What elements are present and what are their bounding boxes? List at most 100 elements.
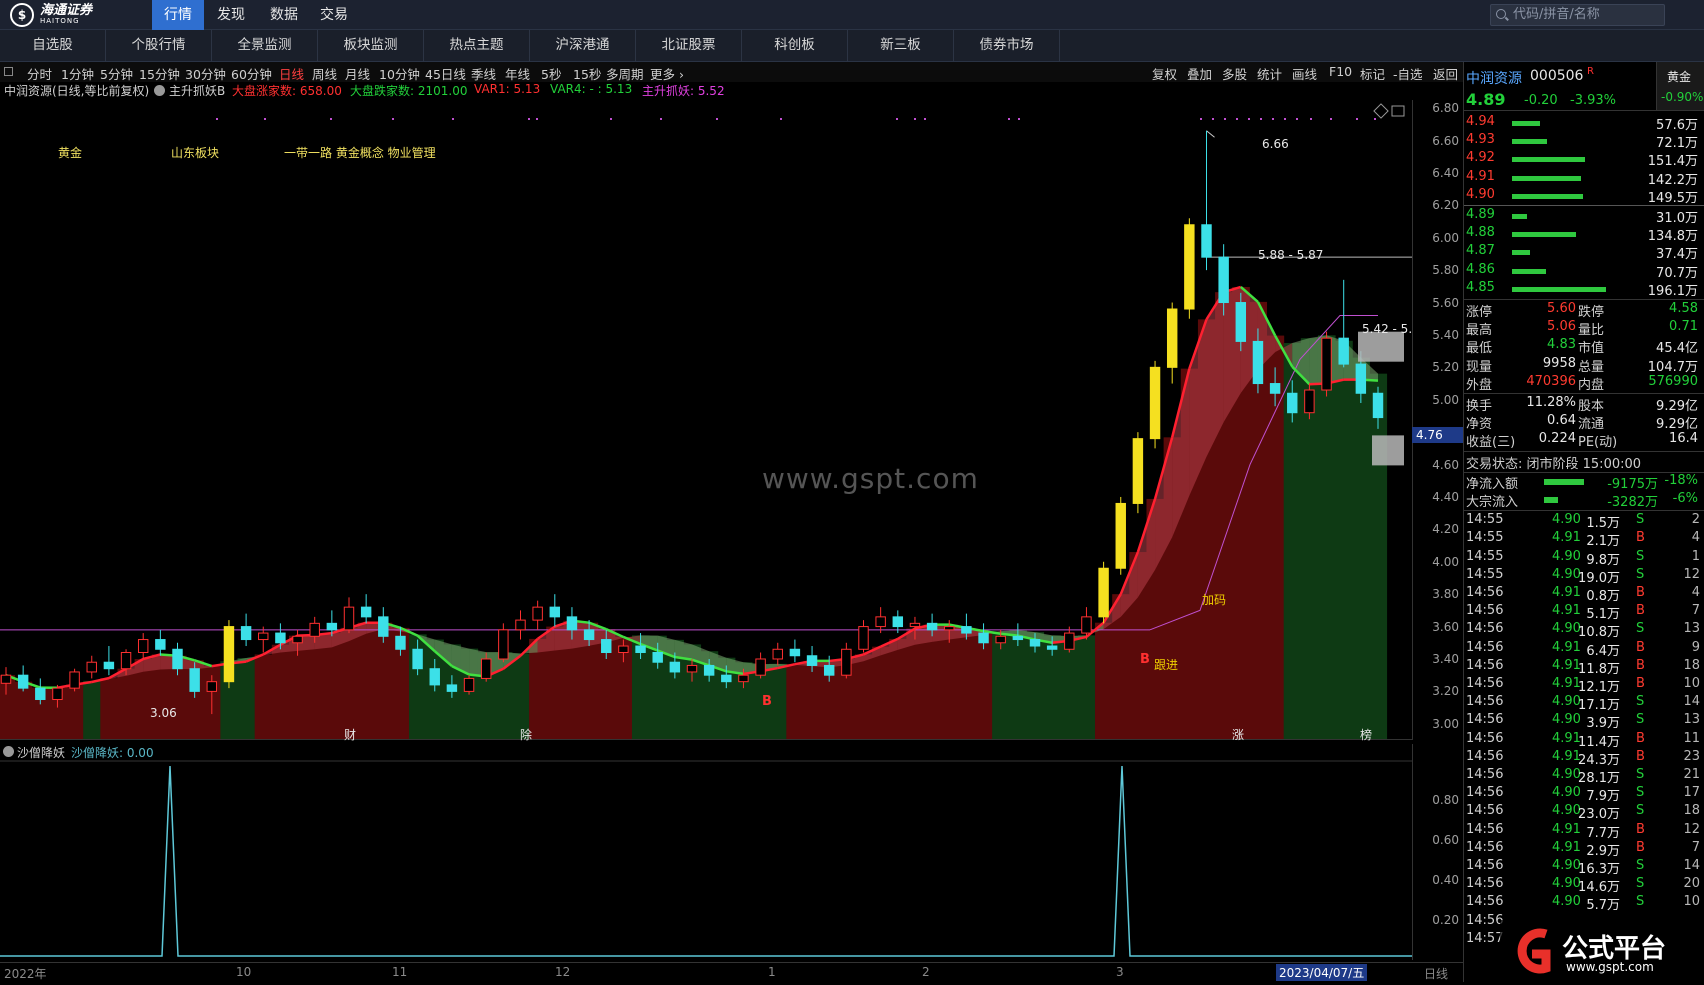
event-bang[interactable]: 榜 xyxy=(1360,726,1372,743)
candle-body[interactable] xyxy=(550,607,559,617)
period-45day[interactable]: 45日线 xyxy=(425,64,466,83)
candle-body[interactable] xyxy=(1185,225,1194,309)
candle-body[interactable] xyxy=(876,617,885,627)
nav-redian[interactable]: 热点主题 xyxy=(424,30,530,62)
period-15s[interactable]: 15秒 xyxy=(573,64,601,83)
candle-body[interactable] xyxy=(533,607,542,620)
candle-body[interactable] xyxy=(173,649,182,668)
candle-body[interactable] xyxy=(396,636,405,649)
tag-concepts[interactable]: 一带一路 黄金概念 物业管理 xyxy=(284,144,436,161)
candle-body[interactable] xyxy=(87,662,96,672)
candle-body[interactable] xyxy=(1322,338,1331,390)
nav-beizheng[interactable]: 北证股票 xyxy=(636,30,742,62)
candle-body[interactable] xyxy=(653,653,662,663)
period-5s[interactable]: 5秒 xyxy=(541,64,561,83)
period-5min[interactable]: 5分钟 xyxy=(100,64,133,83)
candle-body[interactable] xyxy=(430,669,439,685)
chart-diamond-icon[interactable] xyxy=(1374,104,1388,118)
period-more[interactable]: 更多 › xyxy=(650,64,684,83)
haitong-logo[interactable]: $ 海通证券 HAITONG xyxy=(10,3,92,27)
nav-bankuai[interactable]: 板块监测 xyxy=(318,30,424,62)
sub-indicator-chart[interactable] xyxy=(0,760,1412,960)
search-input[interactable]: 代码/拼音/名称 xyxy=(1490,4,1665,26)
candle-body[interactable] xyxy=(722,675,731,681)
candle-body[interactable] xyxy=(704,665,713,675)
candle-body[interactable] xyxy=(1013,636,1022,639)
candle-body[interactable] xyxy=(1253,341,1262,383)
candle-body[interactable] xyxy=(499,630,508,659)
candle-body[interactable] xyxy=(739,675,748,681)
candle-body[interactable] xyxy=(156,640,165,650)
tool-biaoji[interactable]: 标记 xyxy=(1360,64,1385,83)
tag-shandong[interactable]: 山东板块 xyxy=(171,144,219,161)
candle-body[interactable] xyxy=(687,665,696,671)
candle-body[interactable] xyxy=(1373,393,1382,417)
menu-faxian[interactable]: 发现 xyxy=(205,0,257,30)
candle-body[interactable] xyxy=(361,607,370,617)
period-1min[interactable]: 1分钟 xyxy=(61,64,94,83)
chart-window-icon[interactable] xyxy=(1392,106,1404,116)
candle-body[interactable] xyxy=(996,636,1005,642)
candle-body[interactable] xyxy=(756,659,765,675)
candle-body[interactable] xyxy=(945,627,954,630)
nav-zixuangu[interactable]: 自选股 xyxy=(0,30,106,62)
candle-body[interactable] xyxy=(584,630,593,640)
sub-indicator-name[interactable]: 沙僧降妖 xyxy=(17,744,65,761)
candle-body[interactable] xyxy=(1339,338,1348,364)
candle-body[interactable] xyxy=(293,636,302,642)
period-30min[interactable]: 30分钟 xyxy=(185,64,226,83)
candle-body[interactable] xyxy=(1167,309,1176,367)
period-fenshi[interactable]: 分时 xyxy=(27,64,52,83)
candle-body[interactable] xyxy=(207,682,216,692)
period-monthly[interactable]: 月线 xyxy=(345,64,370,83)
candle-body[interactable] xyxy=(773,649,782,659)
candle-body[interactable] xyxy=(36,688,45,699)
candle-body[interactable] xyxy=(53,688,62,699)
candle-body[interactable] xyxy=(310,623,319,636)
candle-body[interactable] xyxy=(1288,393,1297,412)
nav-zhaiquan[interactable]: 债券市场 xyxy=(954,30,1060,62)
candle-body[interactable] xyxy=(516,620,525,630)
candle-body[interactable] xyxy=(447,685,456,691)
candle-body[interactable] xyxy=(1030,640,1039,646)
tool-tongji[interactable]: 统计 xyxy=(1257,64,1282,83)
candle-body[interactable] xyxy=(481,659,490,678)
candle-body[interactable] xyxy=(670,662,679,672)
nav-quanjing[interactable]: 全景监测 xyxy=(212,30,318,62)
candle-body[interactable] xyxy=(1,675,10,683)
tag-huangjin[interactable]: 黄金 xyxy=(58,144,82,161)
candle-body[interactable] xyxy=(790,649,799,655)
candle-body[interactable] xyxy=(842,649,851,675)
candle-body[interactable] xyxy=(190,669,199,692)
candle-body[interactable] xyxy=(927,623,936,629)
candle-body[interactable] xyxy=(962,627,971,633)
candle-body[interactable] xyxy=(413,649,422,668)
tool-fanhui[interactable]: 返回 xyxy=(1433,64,1458,83)
tool-fuquan[interactable]: 复权 xyxy=(1152,64,1177,83)
candle-body[interactable] xyxy=(327,623,336,629)
nav-gegu[interactable]: 个股行情 xyxy=(106,30,212,62)
tool-duogu[interactable]: 多股 xyxy=(1222,64,1247,83)
candle-body[interactable] xyxy=(567,617,576,630)
candle-body[interactable] xyxy=(224,627,233,682)
candle-body[interactable] xyxy=(1099,568,1108,617)
candle-body[interactable] xyxy=(70,672,79,688)
candle-body[interactable] xyxy=(910,623,919,626)
indicator-settings-icon[interactable] xyxy=(154,85,165,96)
candle-body[interactable] xyxy=(104,662,113,668)
candle-body[interactable] xyxy=(1116,503,1125,568)
candle-body[interactable] xyxy=(259,633,268,639)
nav-hushen[interactable]: 沪深港通 xyxy=(530,30,636,62)
period-daily[interactable]: 日线 xyxy=(279,64,304,83)
candle-body[interactable] xyxy=(602,640,611,653)
candle-body[interactable] xyxy=(979,633,988,643)
x-period-label[interactable]: 日线 xyxy=(1424,965,1448,982)
period-quarter[interactable]: 季线 xyxy=(471,64,496,83)
candle-body[interactable] xyxy=(1202,225,1211,257)
stock-name[interactable]: 中润资源 xyxy=(1466,68,1522,88)
tool-zixuan[interactable]: -自选 xyxy=(1393,64,1423,83)
candle-body[interactable] xyxy=(893,617,902,627)
candle-body[interactable] xyxy=(1356,364,1365,393)
candle-body[interactable] xyxy=(1082,617,1091,633)
candle-body[interactable] xyxy=(1065,633,1074,649)
